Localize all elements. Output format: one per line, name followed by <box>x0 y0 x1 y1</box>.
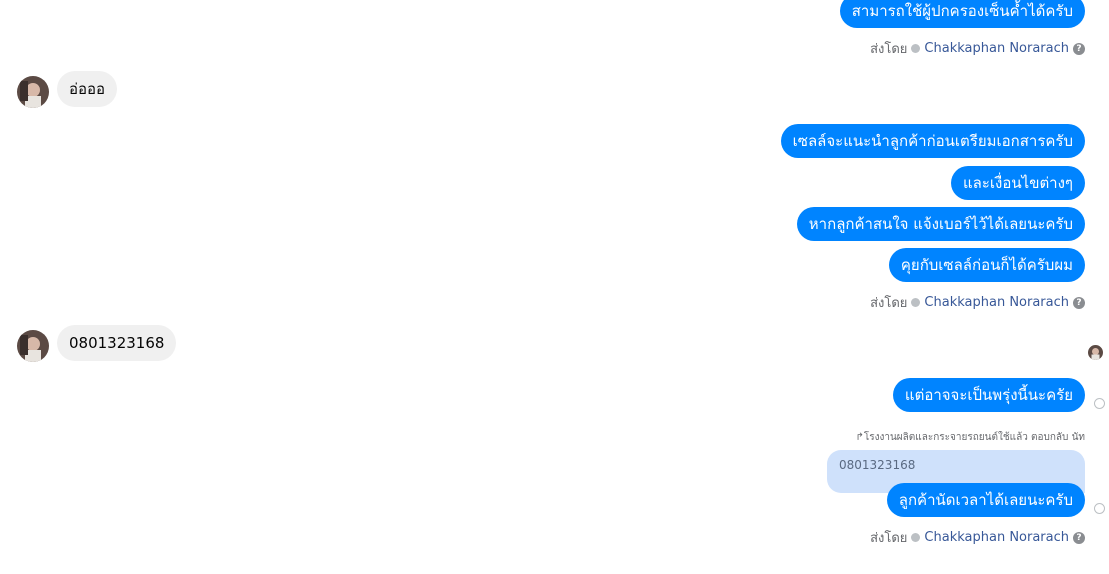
dot-icon <box>911 298 921 307</box>
dot-icon <box>911 44 921 53</box>
message-text: 0801323168 <box>69 334 165 352</box>
sent-by-label: ส่งโดย Chakkaphan Norarach ? <box>870 527 1085 548</box>
quoted-text: 0801323168 <box>839 458 916 472</box>
incoming-message[interactable]: อ่อออ <box>57 71 118 107</box>
outgoing-message[interactable]: คุยกับเซลล์ก่อนก็ได้ครับผม <box>888 248 1085 282</box>
message-text: เซลล์จะแนะนำลูกค้าก่อนเตรียมเอกสารครับ <box>792 132 1073 150</box>
message-text: แต่อาจจะเป็นพรุ่งนี้นะครัย <box>904 386 1073 404</box>
seen-avatar-icon <box>1088 345 1103 360</box>
question-circle-icon[interactable]: ? <box>1073 42 1085 55</box>
outgoing-message[interactable]: และเงื่อนไขต่างๆ <box>951 166 1085 200</box>
question-circle-icon[interactable]: ? <box>1073 296 1085 309</box>
question-circle-icon[interactable]: ? <box>1073 531 1085 544</box>
reply-arrow-icon: ↱ <box>855 432 864 443</box>
message-text: และเงื่อนไขต่างๆ <box>963 174 1073 192</box>
check-circle-icon <box>1094 398 1105 409</box>
sender-name[interactable]: Chakkaphan Norarach <box>924 295 1069 310</box>
sent-by-label: ส่งโดย Chakkaphan Norarach ? <box>870 38 1085 59</box>
message-text: คุยกับเซลล์ก่อนก็ได้ครับผม <box>900 256 1073 274</box>
outgoing-message[interactable]: ลูกค้านัดเวลาได้เลยนะครับ <box>886 483 1085 517</box>
message-text: สามารถใช้ผู้ปกครองเซ็นค้ำได้ครับ <box>851 2 1073 20</box>
message-text: ลูกค้านัดเวลาได้เลยนะครับ <box>898 491 1073 509</box>
check-circle-icon <box>1094 503 1105 514</box>
sender-name[interactable]: Chakkaphan Norarach <box>924 41 1069 56</box>
dot-icon <box>911 533 921 542</box>
outgoing-message[interactable]: สามารถใช้ผู้ปกครองเซ็นค้ำได้ครับ <box>839 0 1085 28</box>
message-text: หากลูกค้าสนใจ แจ้งเบอร์ไว้ได้เลยนะครับ <box>808 215 1073 233</box>
outgoing-message[interactable]: เซลล์จะแนะนำลูกค้าก่อนเตรียมเอกสารครับ <box>780 124 1085 158</box>
outgoing-message[interactable]: หากลูกค้าสนใจ แจ้งเบอร์ไว้ได้เลยนะครับ <box>796 207 1085 241</box>
message-text: อ่อออ <box>69 80 106 98</box>
avatar[interactable] <box>17 330 49 362</box>
reply-label: ↱โรงงานผลิตและกระจายรถยนต์ใช้แล้ว ตอบกลั… <box>855 432 1085 443</box>
avatar[interactable] <box>17 76 49 108</box>
outgoing-message[interactable]: แต่อาจจะเป็นพรุ่งนี้นะครัย <box>892 378 1085 412</box>
incoming-message[interactable]: 0801323168 <box>57 325 177 361</box>
sent-by-label: ส่งโดย Chakkaphan Norarach ? <box>870 292 1085 313</box>
sender-name[interactable]: Chakkaphan Norarach <box>924 530 1069 545</box>
